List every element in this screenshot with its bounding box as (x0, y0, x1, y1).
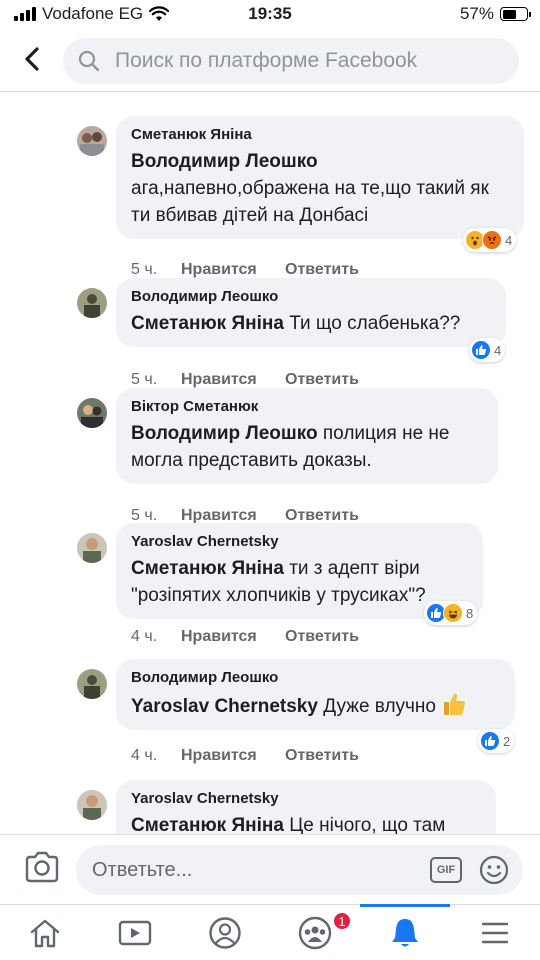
reaction-count: 8 (466, 605, 474, 621)
status-bar: Vodafone EG 19:35 57% (0, 0, 540, 30)
reply-input[interactable] (92, 858, 412, 882)
reply-button[interactable]: Ответить (285, 747, 359, 765)
comment-text: Yaroslav Chernetsky Дуже влучно (131, 691, 499, 720)
reply-composer: GIF (0, 834, 540, 904)
emoji-icon[interactable] (478, 854, 510, 886)
mention-link[interactable]: Сметанюк Яніна (131, 558, 284, 579)
comment-actions: 5 ч. Нравится Ответить (131, 371, 359, 389)
tab-groups[interactable]: 1 (270, 905, 360, 960)
status-right: 57% (459, 4, 531, 24)
comment-bubble[interactable]: Володимир Леошко Yaroslav Chernetsky Дуж… (116, 659, 515, 730)
comment-author[interactable]: Сметанюк Яніна (131, 125, 508, 145)
battery-fill (502, 9, 516, 19)
comment-body: Це нічого, що там (289, 815, 446, 834)
reaction-count: 4 (505, 232, 513, 248)
comment-author[interactable]: Віктор Сметанюк (131, 397, 482, 417)
search-bar[interactable] (63, 38, 519, 84)
app-root: Vodafone EG 19:35 57% Поиск по платформе… (0, 0, 540, 960)
video-play-icon (118, 920, 152, 945)
comment-bubble[interactable]: Володимир Леошко Сметанюк Яніна Ти що сл… (116, 278, 506, 347)
avatar[interactable] (77, 669, 107, 699)
comment-time[interactable]: 5 ч. (131, 261, 181, 279)
haha-reaction-icon (443, 603, 463, 623)
mention-link[interactable]: Сметанюк Яніна (131, 815, 284, 834)
comment-time[interactable]: 4 ч. (131, 628, 181, 646)
reply-button[interactable]: Ответить (285, 371, 359, 389)
tab-menu[interactable] (450, 905, 540, 960)
comment-bubble[interactable]: Віктор Сметанюк Володимир Леошко полиция… (116, 388, 498, 484)
avatar[interactable] (77, 533, 107, 563)
back-arrow-icon[interactable] (18, 44, 48, 74)
like-button[interactable]: Нравится (181, 747, 285, 765)
search-header (0, 30, 540, 92)
comment-text: Володимир Леошко ага,напевно,ображена на… (131, 148, 508, 229)
comment-body: Дуже влучно (323, 696, 436, 717)
battery-percent: 57% (459, 4, 494, 23)
comment-actions: 4 ч. Нравится Ответить (131, 747, 359, 765)
comment-author[interactable]: Yaroslav Chernetsky (131, 532, 467, 552)
comment-actions: 4 ч. Нравится Ответить (131, 628, 359, 646)
reaction-count: 2 (503, 733, 511, 749)
reaction-summary[interactable]: 4 (469, 338, 506, 362)
tab-home[interactable] (0, 905, 90, 960)
avatar[interactable] (77, 398, 107, 428)
mention-link[interactable]: Сметанюк Яніна (131, 313, 284, 334)
comment-text: Володимир Леошко полиция не не могла пре… (131, 420, 482, 474)
like-button[interactable]: Нравится (181, 371, 285, 389)
comment-author[interactable]: Yaroslav Chernetsky (131, 789, 480, 809)
gif-button[interactable]: GIF (430, 857, 462, 883)
comment-text: Сметанюк Яніна Це нічого, що там (131, 812, 480, 834)
battery-icon (500, 7, 531, 21)
comment-time[interactable]: 5 ч. (131, 371, 181, 389)
menu-icon (481, 922, 509, 943)
camera-icon[interactable] (24, 851, 60, 883)
avatar[interactable] (77, 790, 107, 820)
angry-reaction-icon (482, 230, 502, 250)
notification-badge: 1 (332, 911, 352, 931)
reaction-count: 4 (494, 342, 502, 358)
reaction-summary[interactable]: 4 (463, 228, 517, 252)
comment-bubble[interactable]: Yaroslav Chernetsky Сметанюк Яніна Це ні… (116, 780, 496, 834)
bottom-tab-bar: 1 (0, 904, 540, 960)
like-reaction-icon (480, 731, 500, 751)
tab-watch[interactable] (90, 905, 180, 960)
tab-notifications[interactable] (360, 904, 450, 960)
like-button[interactable]: Нравится (181, 628, 285, 646)
comments-list: Сметанюк Яніна Володимир Леошко ага,напе… (0, 92, 540, 834)
mention-link[interactable]: Володимир Леошко (131, 423, 318, 444)
tab-profile[interactable] (180, 905, 270, 960)
comment-body: Ти що слабенька?? (289, 313, 461, 334)
comment-time[interactable]: 4 ч. (131, 747, 181, 765)
search-icon (78, 50, 100, 72)
mention-link[interactable]: Yaroslav Chernetsky (131, 696, 318, 717)
thumbs-up-emoji-icon (444, 693, 466, 715)
bell-icon (392, 918, 418, 946)
comment-actions: 5 ч. Нравится Ответить (131, 261, 359, 279)
reaction-summary[interactable]: 8 (424, 601, 478, 625)
reply-button[interactable]: Ответить (285, 261, 359, 279)
mention-link[interactable]: Володимир Леошко (131, 151, 318, 172)
profile-icon (209, 916, 241, 949)
reply-button[interactable]: Ответить (285, 628, 359, 646)
like-button[interactable]: Нравится (181, 261, 285, 279)
like-reaction-icon (471, 340, 491, 360)
home-icon (30, 919, 60, 947)
avatar[interactable] (77, 126, 107, 156)
comment-author[interactable]: Володимир Леошко (131, 287, 490, 307)
comment-bubble[interactable]: Сметанюк Яніна Володимир Леошко ага,напе… (116, 116, 524, 239)
reaction-summary[interactable]: 2 (478, 729, 515, 753)
comment-text: Сметанюк Яніна Ти що слабенька?? (131, 310, 490, 337)
comment-body: ага,напевно,ображена на те,що такий як т… (131, 178, 489, 226)
comment-author[interactable]: Володимир Леошко (131, 668, 499, 688)
avatar[interactable] (77, 288, 107, 318)
comment-text: Сметанюк Яніна ти з адепт віри "розіпяти… (131, 555, 467, 609)
groups-icon (298, 916, 332, 949)
search-input[interactable] (115, 49, 495, 73)
reply-input-box[interactable]: GIF (76, 845, 523, 895)
